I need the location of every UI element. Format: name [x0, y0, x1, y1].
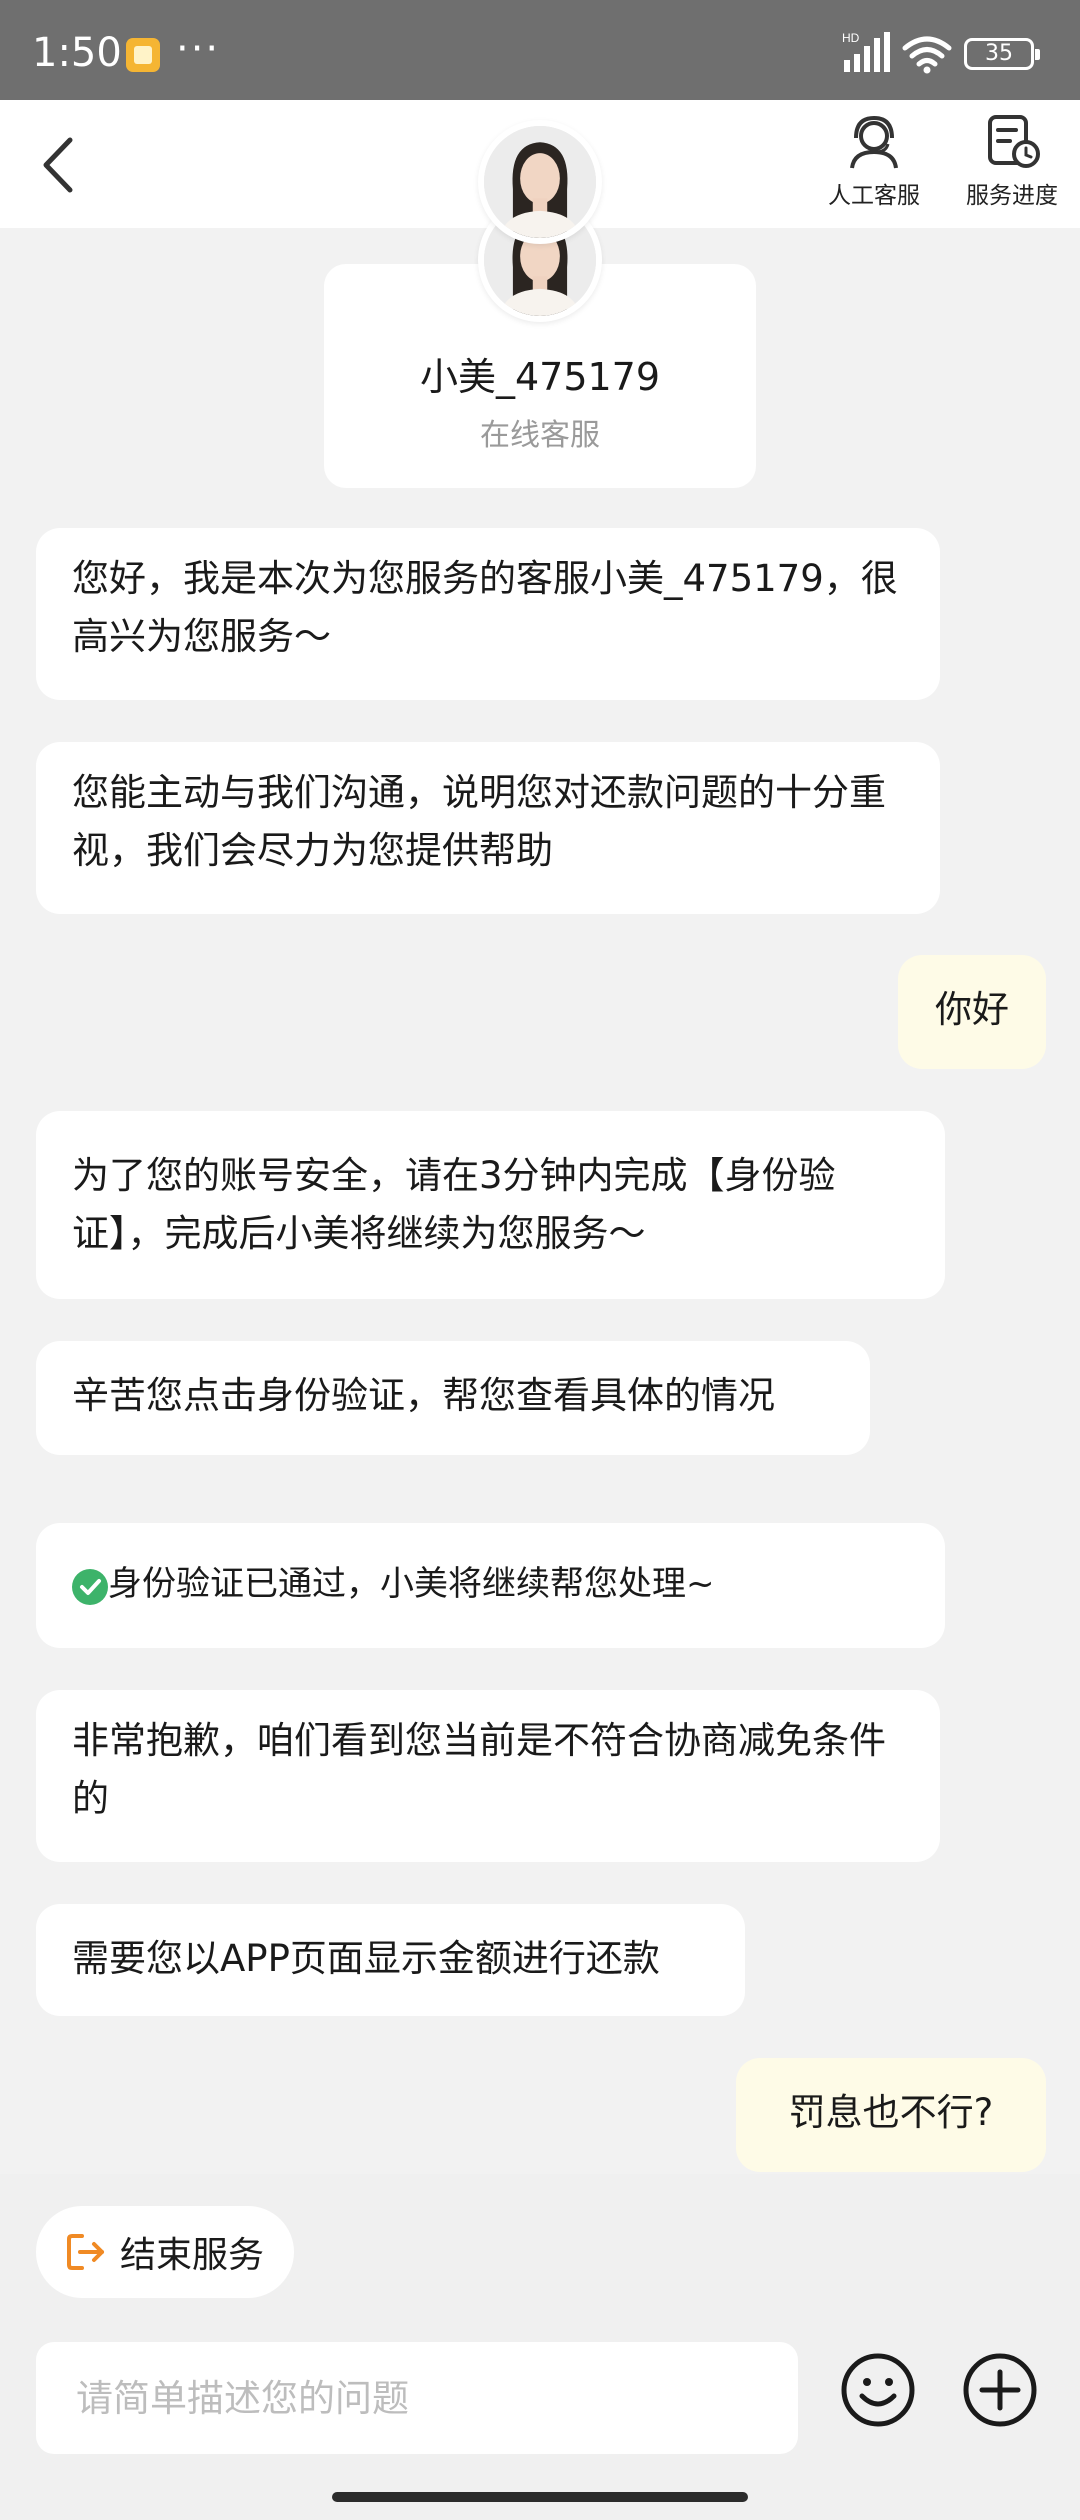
end-service-button[interactable]: 结束服务: [36, 2206, 294, 2298]
wifi-icon: [902, 36, 952, 74]
home-indicator[interactable]: [332, 2492, 748, 2502]
verification-passed-text: 身份验证已通过，小美将继续帮您处理~: [108, 1564, 715, 1604]
more-notifications-icon: ···: [176, 26, 221, 72]
agent-message: 辛苦您点击身份验证，帮您查看具体的情况: [36, 1341, 870, 1455]
agent-avatar[interactable]: [478, 120, 602, 244]
agent-role: 在线客服: [480, 418, 600, 453]
document-clock-icon: [988, 115, 1040, 168]
agent-message-verification-link[interactable]: 为了您的账号安全，请在3分钟内完成【身份验证】，完成后小美将继续为您服务～: [36, 1111, 945, 1299]
service-progress-label: 服务进度: [966, 183, 1058, 209]
status-bar: 1:50 ··· HD 35: [0, 0, 1080, 100]
notification-app-icon: [126, 38, 160, 72]
service-progress-button[interactable]: 服务进度: [942, 114, 1080, 224]
agent-message: 非常抱歉，咱们看到您当前是不符合协商减免条件的: [36, 1690, 940, 1862]
battery-icon: 35: [964, 38, 1040, 70]
verification-passed-message: 身份验证已通过，小美将继续帮您处理~: [36, 1523, 945, 1648]
chat-input-area: 结束服务: [0, 2174, 1080, 2520]
human-support-label: 人工客服: [828, 183, 920, 209]
agent-name: 小美_475179: [419, 355, 661, 399]
user-message: 你好: [898, 955, 1046, 1069]
plus-circle-icon[interactable]: [962, 2352, 1038, 2428]
agent-message: 您能主动与我们沟通，说明您对还款问题的十分重视，我们会尽力为您提供帮助: [36, 742, 940, 914]
message-input[interactable]: [36, 2342, 798, 2454]
agent-message: 需要您以APP页面显示金额进行还款: [36, 1904, 745, 2016]
smiley-icon[interactable]: [840, 2352, 916, 2428]
signal-icon: HD: [842, 31, 890, 72]
headset-agent-icon: [850, 115, 898, 169]
human-support-button[interactable]: 人工客服: [804, 114, 944, 224]
check-circle-icon: [72, 1569, 108, 1605]
end-service-label: 结束服务: [120, 2235, 265, 2276]
status-time: 1:50: [32, 30, 122, 76]
user-message: 罚息也不行?: [736, 2058, 1046, 2172]
exit-icon: [67, 2234, 104, 2270]
network-label: HD: [842, 31, 860, 45]
back-button[interactable]: [30, 130, 94, 200]
agent-message: 您好，我是本次为您服务的客服小美_475179，很高兴为您服务～: [36, 528, 940, 700]
